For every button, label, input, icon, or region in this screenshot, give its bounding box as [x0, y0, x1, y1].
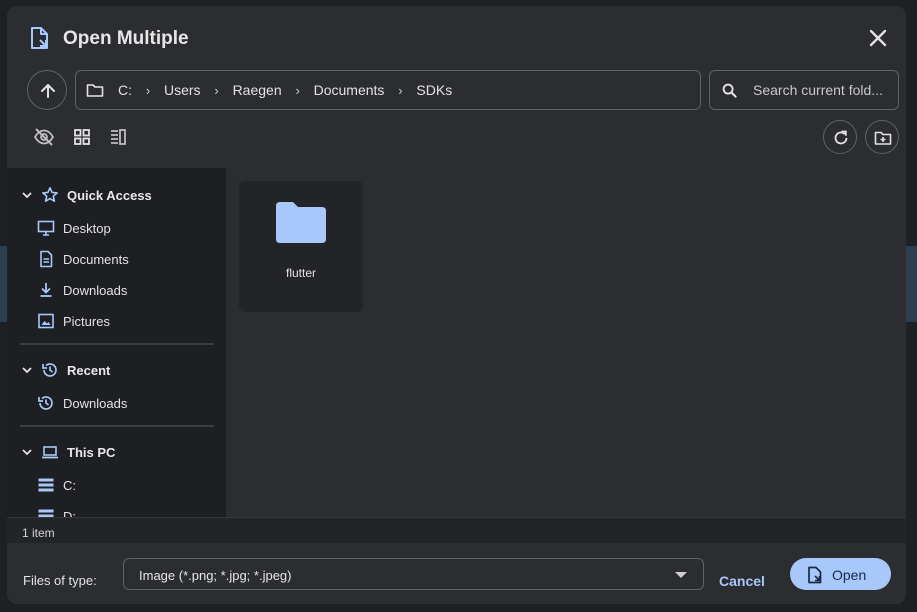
search-icon	[722, 83, 737, 98]
image-icon	[38, 313, 54, 329]
dropdown-caret-icon	[675, 572, 687, 578]
breadcrumb-item-documents[interactable]: Documents	[310, 82, 389, 98]
desktop-icon	[37, 220, 55, 236]
sidebar-item-documents[interactable]: Documents	[7, 245, 226, 273]
chevron-right-icon: ›	[214, 82, 219, 98]
document-icon	[40, 250, 53, 268]
status-bar: 1 item	[7, 517, 906, 543]
file-open-icon	[808, 566, 822, 584]
refresh-button[interactable]	[823, 120, 857, 154]
chevron-down-icon	[22, 367, 32, 374]
view-toolbar	[7, 120, 906, 156]
grid-view-icon[interactable]	[71, 126, 93, 148]
open-button-label: Open	[832, 567, 867, 583]
drive-icon	[38, 509, 54, 517]
sidebar-item-label: Desktop	[63, 221, 111, 236]
files-of-type-label: Files of type:	[23, 573, 97, 588]
sidebar-item-label: D:	[63, 509, 76, 517]
refresh-icon	[834, 130, 848, 145]
dialog-footer: Files of type: Image (*.png; *.jpg; *.jp…	[7, 543, 906, 604]
search-input[interactable]	[753, 82, 893, 98]
sidebar-item-drive-d[interactable]: D:	[7, 502, 226, 517]
sidebar: Quick Access Desktop Documents Downloads	[7, 168, 226, 517]
history-icon	[38, 396, 53, 410]
sidebar-section-this-pc[interactable]: This PC	[7, 437, 226, 467]
folder-icon	[276, 202, 326, 243]
star-icon	[42, 187, 58, 202]
sidebar-divider	[20, 425, 214, 427]
breadcrumb-item-raegen[interactable]: Raegen	[229, 82, 286, 98]
breadcrumb-item-c[interactable]: C:	[114, 82, 136, 98]
history-icon	[42, 363, 57, 377]
breadcrumb-item-users[interactable]: Users	[160, 82, 205, 98]
file-open-icon	[31, 27, 48, 49]
list-view-icon[interactable]	[107, 126, 129, 148]
dialog-title: Open Multiple	[63, 28, 189, 49]
sidebar-section-label: This PC	[67, 445, 116, 460]
item-count: 1 item	[22, 526, 55, 540]
sidebar-item-label: Documents	[63, 252, 129, 267]
file-list: flutter	[226, 168, 906, 517]
new-folder-button[interactable]	[865, 120, 899, 154]
sidebar-section-quick-access[interactable]: Quick Access	[7, 180, 226, 210]
sidebar-section-label: Recent	[67, 363, 111, 378]
sidebar-item-drive-c[interactable]: C:	[7, 471, 226, 499]
laptop-icon	[42, 446, 58, 459]
file-type-select[interactable]: Image (*.png; *.jpg; *.jpeg)	[123, 558, 704, 590]
chevron-down-icon	[22, 192, 32, 199]
new-folder-icon	[874, 131, 892, 145]
chevron-right-icon: ›	[398, 82, 403, 98]
search-box	[709, 70, 899, 110]
up-folder-button[interactable]	[27, 70, 67, 110]
sidebar-section-recent[interactable]: Recent	[7, 355, 226, 385]
navigation-bar: C: › Users › Raegen › Documents › SDKs	[7, 70, 906, 112]
drive-icon	[38, 478, 54, 492]
cancel-button[interactable]: Cancel	[719, 573, 765, 589]
sidebar-section-label: Quick Access	[67, 188, 152, 203]
breadcrumb-item-sdks[interactable]: SDKs	[412, 82, 456, 98]
sidebar-item-label: C:	[63, 478, 76, 493]
open-multiple-dialog: Open Multiple C: › Users › Raegen › Docu…	[7, 6, 906, 604]
sidebar-item-desktop[interactable]: Desktop	[7, 214, 226, 242]
dialog-titlebar: Open Multiple	[7, 6, 906, 64]
folder-name: flutter	[285, 266, 316, 280]
chevron-down-icon	[22, 449, 32, 456]
arrow-up-icon	[41, 84, 55, 98]
sidebar-item-label: Downloads	[63, 283, 128, 298]
folder-tile[interactable]: flutter	[239, 181, 363, 312]
folder-icon	[86, 84, 104, 97]
breadcrumb: C: › Users › Raegen › Documents › SDKs	[75, 70, 701, 110]
sidebar-item-label: Pictures	[63, 314, 110, 329]
close-icon[interactable]	[866, 26, 890, 50]
chevron-right-icon: ›	[295, 82, 300, 98]
chevron-right-icon: ›	[145, 82, 151, 98]
hidden-files-toggle-icon[interactable]	[33, 126, 55, 148]
sidebar-item-downloads[interactable]: Downloads	[7, 276, 226, 304]
sidebar-divider	[20, 343, 214, 345]
file-type-value: Image (*.png; *.jpg; *.jpeg)	[139, 568, 292, 583]
open-button[interactable]: Open	[790, 558, 891, 590]
download-icon	[40, 283, 52, 297]
sidebar-item-recent-downloads[interactable]: Downloads	[7, 389, 226, 417]
sidebar-item-label: Downloads	[63, 396, 128, 411]
sidebar-item-pictures[interactable]: Pictures	[7, 307, 226, 335]
